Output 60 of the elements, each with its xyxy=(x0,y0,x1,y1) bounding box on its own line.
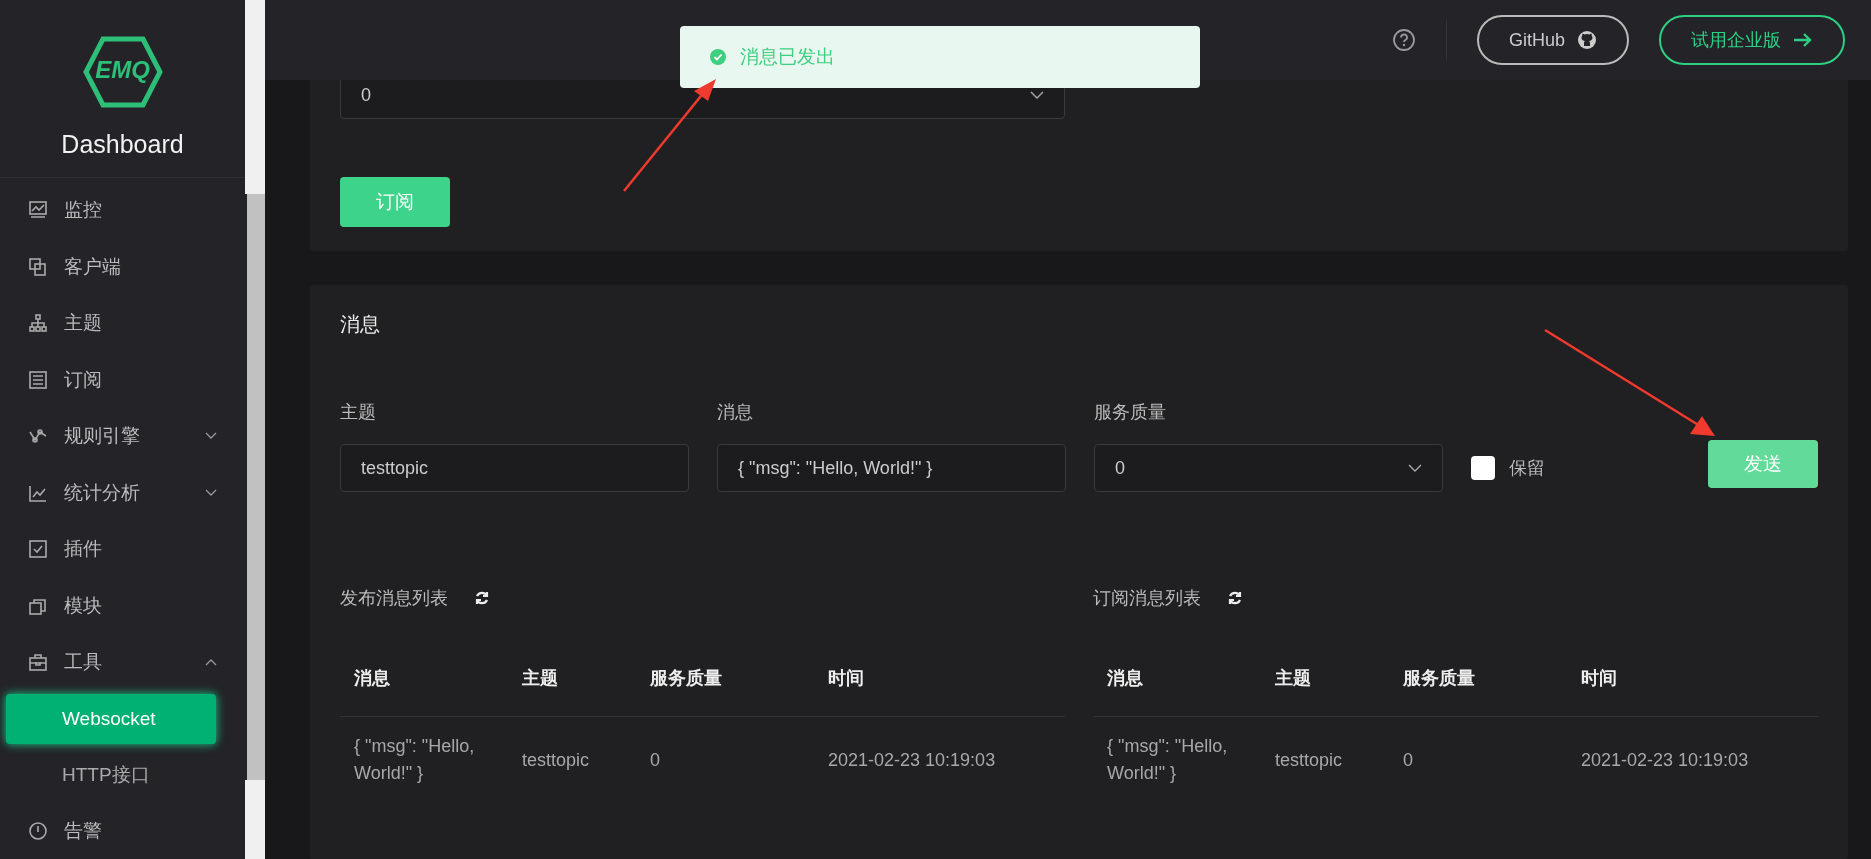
menu-item[interactable]: 规则引擎 xyxy=(0,408,245,465)
column-header: 时间 xyxy=(814,640,1065,717)
table-cell: 0 xyxy=(636,716,814,803)
table-cell: testtopic xyxy=(1261,716,1389,803)
menu-item[interactable]: 模块 xyxy=(0,577,245,634)
menu-item[interactable]: 主题 xyxy=(0,295,245,352)
column-header: 消息 xyxy=(1093,640,1261,717)
menu-item[interactable]: 统计分析 xyxy=(0,464,245,521)
refresh-icon[interactable] xyxy=(1227,590,1243,606)
retain-label: 保留 xyxy=(1509,457,1545,480)
retain-checkbox[interactable] xyxy=(1471,456,1495,480)
list-title: 订阅消息列表 xyxy=(1093,587,1201,610)
logo-text: EMQ xyxy=(95,56,150,84)
github-icon xyxy=(1577,30,1597,50)
field-label: 主题 xyxy=(340,401,377,424)
chevron-icon xyxy=(1408,464,1422,472)
logo-icon xyxy=(82,36,163,108)
column-header: 主题 xyxy=(1261,640,1389,717)
menu-item[interactable]: 客户端 xyxy=(0,238,245,295)
qos-select[interactable]: 0 xyxy=(1094,444,1443,492)
hierarchy-icon xyxy=(28,313,48,334)
refresh-icon[interactable] xyxy=(474,590,490,606)
field-label: 消息 xyxy=(717,401,754,424)
menu-item[interactable]: 插件 xyxy=(0,521,245,578)
alert-icon xyxy=(28,820,48,841)
help-icon[interactable] xyxy=(1391,28,1416,52)
column-header: 消息 xyxy=(340,640,508,717)
menu-item[interactable]: 工具 xyxy=(0,634,245,691)
monitor-icon xyxy=(28,200,48,221)
column-header: 主题 xyxy=(508,640,636,717)
table-cell: 2021-02-23 10:19:03 xyxy=(814,716,1065,803)
table-cell: 0 xyxy=(1389,716,1567,803)
chevron-icon xyxy=(1030,91,1044,99)
list-icon xyxy=(28,369,48,390)
check-circle-icon xyxy=(710,49,726,65)
table-cell: 2021-02-23 10:19:03 xyxy=(1567,716,1818,803)
column-header: 时间 xyxy=(1567,640,1818,717)
table-cell: testtopic xyxy=(508,716,636,803)
github-button[interactable]: GitHub xyxy=(1476,15,1629,65)
success-toast: 消息已发出 xyxy=(680,26,1200,88)
field-label: 服务质量 xyxy=(1094,401,1167,424)
column-header: 服务质量 xyxy=(636,640,814,717)
menu-item[interactable]: 监控 xyxy=(0,182,245,239)
trial-button[interactable]: 试用企业版 xyxy=(1659,15,1845,65)
menu-item[interactable]: 订阅 xyxy=(0,351,245,408)
scrollbar[interactable] xyxy=(245,0,265,859)
table-cell: { "msg": "Hello, World!" } xyxy=(340,716,508,803)
checkbox-icon xyxy=(28,539,48,560)
devices-icon xyxy=(28,256,48,277)
message-field[interactable]: { "msg": "Hello, World!" } xyxy=(717,444,1066,492)
arrow-icon xyxy=(1793,33,1813,47)
column-header: 服务质量 xyxy=(1389,640,1567,717)
table-cell: { "msg": "Hello, World!" } xyxy=(1093,716,1261,803)
app-title: Dashboard xyxy=(61,130,184,159)
menu-item[interactable]: 告警 xyxy=(0,802,245,859)
list-title: 发布消息列表 xyxy=(340,587,448,610)
toolbox-icon xyxy=(28,652,48,673)
card-title: 消息 xyxy=(340,312,381,337)
submenu-item[interactable]: HTTP接口 xyxy=(6,749,216,800)
topic-field[interactable]: testtopic xyxy=(340,444,689,492)
